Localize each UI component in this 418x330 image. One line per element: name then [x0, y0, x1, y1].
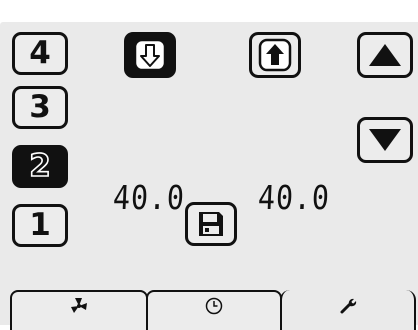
level-4-label: 4	[29, 35, 51, 71]
level-2-button[interactable]: 2	[12, 145, 68, 188]
level-1-label: 1	[29, 207, 51, 243]
triangle-down-icon	[369, 129, 401, 151]
tab-timer[interactable]	[146, 290, 282, 330]
up-arrow-icon	[258, 38, 292, 72]
clock-icon	[205, 297, 223, 315]
floppy-disk-icon	[199, 212, 223, 236]
save-button[interactable]	[185, 202, 237, 246]
level-3-label: 3	[29, 89, 51, 125]
down-arrow-icon	[133, 38, 167, 72]
up-button[interactable]	[249, 32, 301, 78]
level-3-button[interactable]: 3	[12, 86, 68, 129]
wrench-icon	[340, 298, 357, 314]
level-1-button[interactable]: 1	[12, 204, 68, 247]
tab-settings[interactable]	[280, 290, 416, 330]
triangle-up-icon	[369, 44, 401, 66]
lower-button[interactable]	[357, 117, 413, 163]
level-4-button[interactable]: 4	[12, 32, 68, 75]
tab-fan[interactable]	[10, 290, 148, 330]
left-value-readout: 40.0	[112, 178, 186, 217]
level-2-label: 2	[28, 148, 51, 184]
right-value-readout: 40.0	[257, 178, 331, 217]
control-panel: 4 3 2 1 40.0 40.0	[0, 22, 418, 325]
down-button[interactable]	[124, 32, 176, 78]
raise-button[interactable]	[357, 32, 413, 78]
fan-icon	[71, 298, 87, 313]
